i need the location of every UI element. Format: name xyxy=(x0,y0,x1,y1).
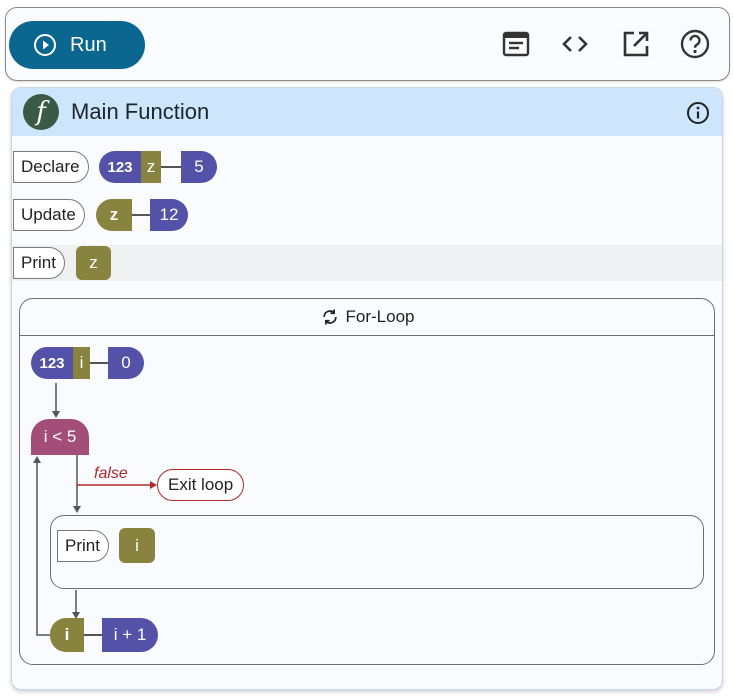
loop-print-keyword[interactable]: Print xyxy=(57,530,109,562)
connector xyxy=(90,362,108,364)
help-icon[interactable] xyxy=(679,28,711,60)
main-function-panel: f Main Function Declare 123 z 5 Update z… xyxy=(11,87,723,690)
connector xyxy=(161,166,181,168)
code-icon[interactable] xyxy=(559,28,591,60)
false-branch-label: false xyxy=(94,465,128,482)
loop-print-variable[interactable]: i xyxy=(119,528,155,563)
loop-step-value[interactable]: i + 1 xyxy=(102,618,158,652)
run-button[interactable]: Run xyxy=(9,21,145,69)
exit-loop-node[interactable]: Exit loop xyxy=(157,469,245,501)
declare-variable[interactable]: z xyxy=(141,151,161,183)
number-type-badge: 123 xyxy=(99,151,141,183)
connector xyxy=(132,214,150,216)
declare-keyword[interactable]: Declare xyxy=(13,151,89,183)
document-icon[interactable] xyxy=(500,28,532,60)
function-icon: f xyxy=(23,94,59,130)
loop-body[interactable]: Print i xyxy=(50,515,704,589)
run-label: Run xyxy=(70,33,107,56)
print-keyword[interactable]: Print xyxy=(13,247,65,279)
print-variable[interactable]: z xyxy=(76,246,111,280)
print-statement[interactable]: Print z xyxy=(12,245,722,281)
loop-step-variable[interactable]: i xyxy=(50,618,84,652)
loop-init-type-badge: 123 xyxy=(31,347,73,379)
open-external-icon[interactable] xyxy=(620,28,652,60)
panel-title: Main Function xyxy=(71,99,210,124)
connector xyxy=(84,634,102,636)
update-statement[interactable]: Update z 12 xyxy=(12,197,722,233)
declare-value[interactable]: 5 xyxy=(181,151,217,183)
update-variable[interactable]: z xyxy=(96,199,132,231)
info-icon[interactable] xyxy=(686,101,710,125)
update-keyword[interactable]: Update xyxy=(13,199,85,231)
toolbar: Run xyxy=(5,7,730,81)
loop-condition[interactable]: i < 5 xyxy=(31,419,89,455)
declare-statement[interactable]: Declare 123 z 5 xyxy=(12,149,722,185)
panel-header: f Main Function xyxy=(12,88,722,136)
for-loop-block[interactable]: For-Loop 123 i 0 i < 5 false Exit loop P… xyxy=(19,298,715,665)
loop-init-value[interactable]: 0 xyxy=(108,347,144,379)
loop-init-variable[interactable]: i xyxy=(73,347,90,379)
play-circle-icon xyxy=(34,34,56,56)
update-value[interactable]: 12 xyxy=(150,199,188,231)
